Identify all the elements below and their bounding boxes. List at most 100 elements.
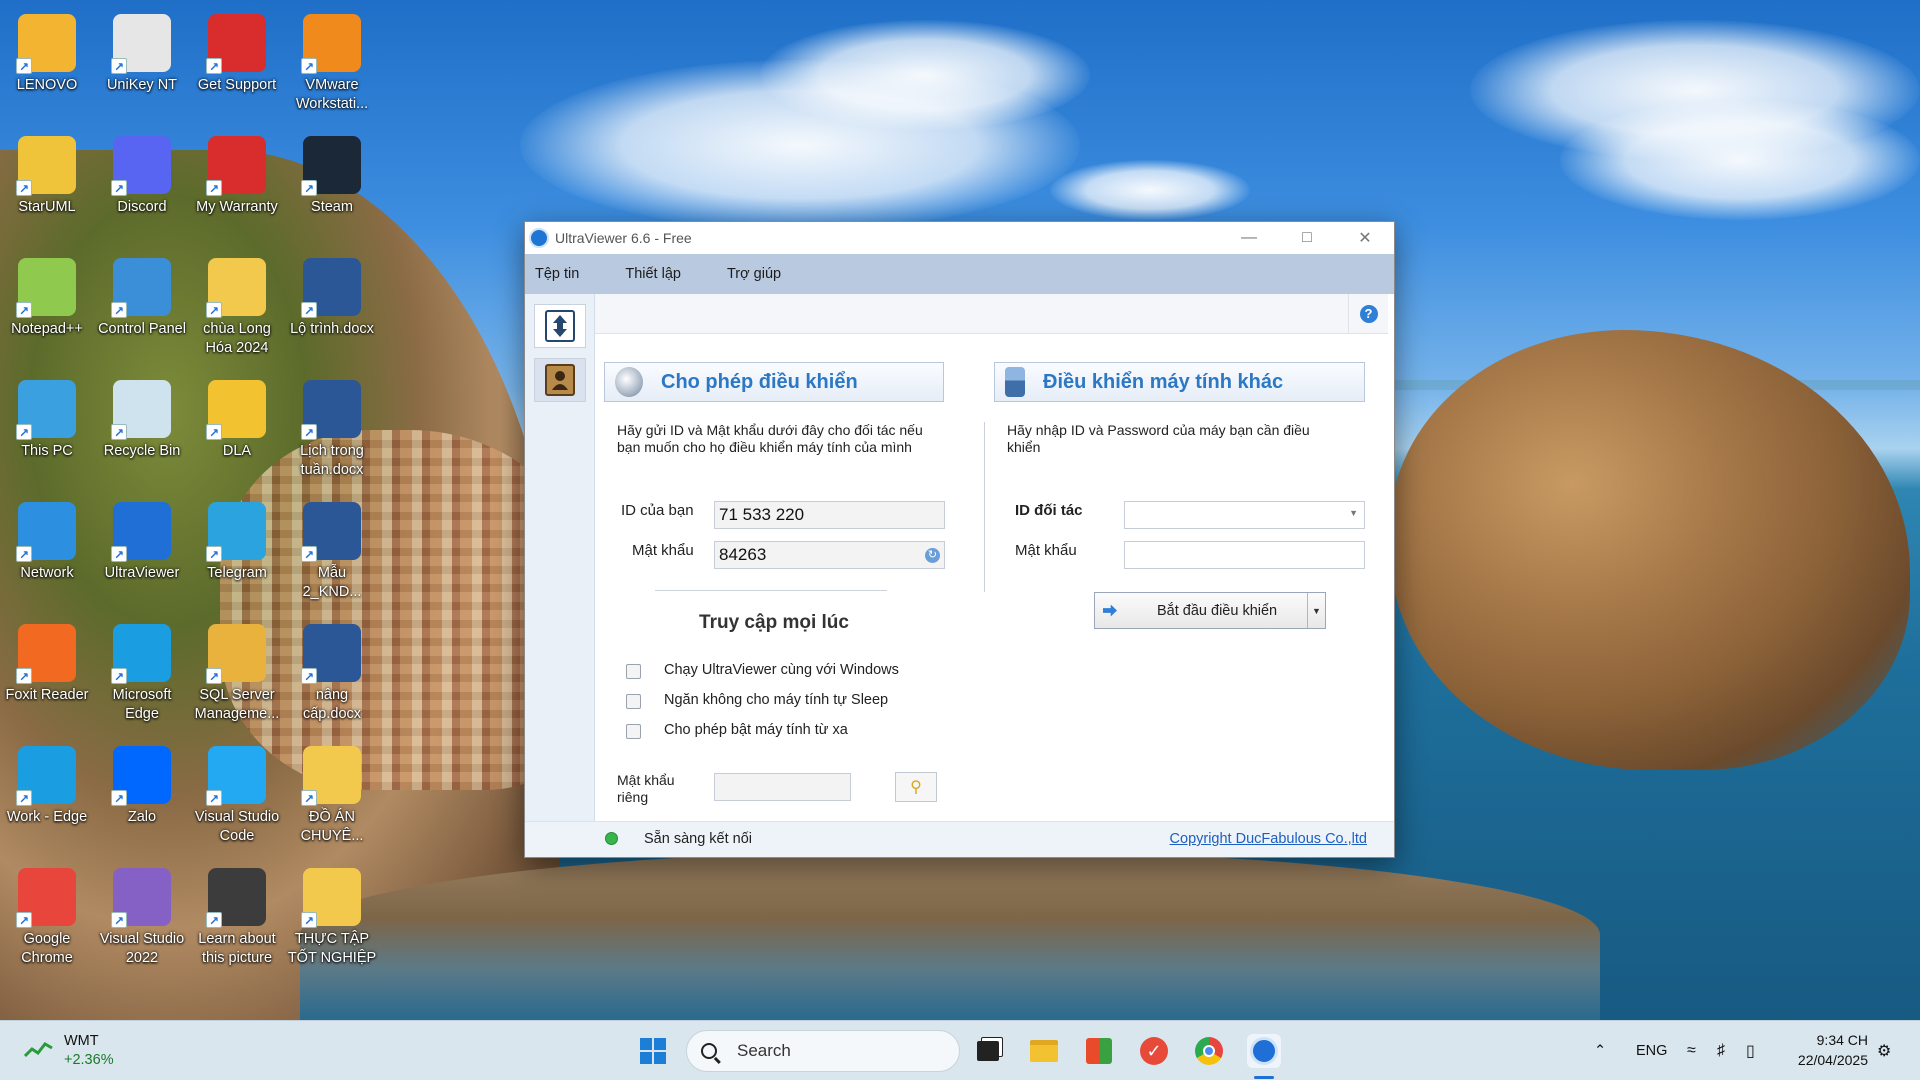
partner-id-input[interactable]: ▼ [1124,501,1365,529]
desktop-icon-zalo[interactable]: ↗ Zalo [97,740,187,840]
recycle-bin-icon: ↗ [111,380,171,440]
desktop-icon-sql-server[interactable]: ↗ SQL Server Manageme... [192,618,282,722]
set-private-password-button[interactable]: ⚲ [895,772,937,802]
taskbar-search[interactable]: Search [686,1030,960,1072]
task-view-icon[interactable] [971,1034,1005,1068]
show-hidden-icons[interactable]: ⌃ [1594,1021,1606,1080]
desktop-icon-word-doc[interactable]: ↗ Lộ trình.docx [287,252,377,352]
start-button[interactable] [636,1034,670,1068]
notification-bell-icon[interactable]: ⚙ [1877,1021,1891,1080]
chrome-taskbar-icon[interactable] [1192,1034,1226,1068]
discord-icon: ↗ [111,136,171,196]
desktop-icon-foxit[interactable]: ↗ Foxit Reader [2,618,92,718]
wifi-icon[interactable]: ≈ [1687,1021,1696,1080]
copyright-link[interactable]: Copyright DucFabulous Co.,ltd [1170,831,1367,847]
menu-file[interactable]: Tệp tin [535,266,579,282]
desktop-icon-chrome[interactable]: ↗ Google Chrome [2,862,92,966]
close-icon[interactable]: ✕ [1336,222,1394,254]
desktop-icon-notepadpp[interactable]: ↗ Notepad++ [2,252,92,352]
desktop-icon-folder-user[interactable]: ↗ LENOVO [2,8,92,108]
menu-settings[interactable]: Thiết lập [625,266,681,282]
file-explorer-icon[interactable] [1027,1034,1061,1068]
sidebar-remote-control-button[interactable] [533,304,586,348]
todo-app-icon[interactable]: ✓ [1137,1034,1171,1068]
desktop-icon-label: Telegram [207,565,267,581]
volume-muted-icon[interactable]: ♯ [1717,1021,1725,1080]
shortcut-arrow-icon: ↗ [301,180,317,196]
this-pc-icon: ↗ [16,380,76,440]
language-indicator[interactable]: ENG [1636,1021,1667,1080]
desktop-icon-folder[interactable]: ↗ ĐỒ ÁN CHUYÊ... [287,740,377,844]
your-id-label: ID của bạn [621,502,694,519]
shortcut-arrow-icon: ↗ [111,180,127,196]
ultraviewer-app-icon [529,228,549,248]
folder-icon: ↗ [301,746,361,806]
word-doc-icon: ↗ [301,258,361,318]
desktop-icon-label: Learn about this picture [198,931,276,966]
desktop-icon-network[interactable]: ↗ Network [2,496,92,596]
desktop-icon-unikey[interactable]: ↗ UniKey NT [97,8,187,108]
checkbox-run-with-windows[interactable] [626,664,641,679]
title-bar[interactable]: UltraViewer 6.6 - Free — □ ✕ [525,222,1394,254]
chevron-down-icon[interactable]: ▼ [1349,508,1358,518]
refresh-password-icon[interactable]: ↻ [925,548,940,563]
desktop-icon-warranty[interactable]: ↗ My Warranty [192,130,282,230]
shortcut-arrow-icon: ↗ [111,302,127,318]
remote-control-description: Hãy nhập ID và Password của máy bạn cần … [1007,422,1310,455]
vmware-icon: ↗ [301,14,361,74]
desktop-icon-word-doc[interactable]: ↗ Lịch trong tuần.docx [287,374,377,478]
help-button[interactable]: ? [1348,294,1388,334]
battery-icon[interactable]: ▯ [1746,1021,1755,1080]
desktop-icon-vscode[interactable]: ↗ Visual Studio Code [192,740,282,844]
shortcut-arrow-icon: ↗ [16,668,32,684]
desktop-icon-recycle-bin[interactable]: ↗ Recycle Bin [97,374,187,474]
stock-widget[interactable]: WMT +2.36% [24,1031,144,1071]
desktop-icon-discord[interactable]: ↗ Discord [97,130,187,230]
folder-user-icon: ↗ [16,14,76,74]
desktop-icon-folder[interactable]: ↗ chùa Long Hóa 2024 [192,252,282,356]
private-password-field[interactable] [714,773,851,801]
desktop-icon-word-doc[interactable]: ↗ nâng cấp.docx [287,618,377,722]
shortcut-arrow-icon: ↗ [206,302,222,318]
desktop-icon-edge[interactable]: ↗ Work - Edge [2,740,92,840]
maximize-icon[interactable]: □ [1278,222,1336,254]
menu-help[interactable]: Trợ giúp [727,266,781,282]
desktop-icon-label: Visual Studio Code [194,809,280,844]
desktop-icon-telegram[interactable]: ↗ Telegram [192,496,282,596]
shortcut-arrow-icon: ↗ [16,424,32,440]
start-control-button[interactable]: Bắt đầu điều khiển ▼ [1094,592,1326,629]
zalo-icon: ↗ [111,746,171,806]
desktop-icon-label: Steam [311,199,353,215]
desktop-icon-get-support[interactable]: ↗ Get Support [192,8,282,108]
system-clock[interactable]: 9:34 CH 22/04/2025 [1798,1030,1868,1070]
cloud [760,20,1090,130]
desktop-icon-visual-studio[interactable]: ↗ Visual Studio 2022 [97,862,187,966]
ultraviewer-taskbar-icon[interactable] [1247,1034,1281,1068]
desktop-icon-folder[interactable]: ↗ THỰC TẬP TỐT NGHIỆP [287,862,377,966]
sidebar-contacts-button[interactable] [533,358,586,402]
desktop-icon-edge[interactable]: ↗ Microsoft Edge [97,618,187,722]
checkbox-wake-remote[interactable] [626,724,641,739]
menu-bar: Tệp tin Thiết lập Trợ giúp [525,254,1394,294]
minimize-icon[interactable]: — [1220,222,1278,254]
checkbox-prevent-sleep[interactable] [626,694,641,709]
desktop-icon-staruml[interactable]: ↗ StarUML [2,130,92,230]
your-password-field[interactable]: 84263 ↻ [714,541,945,569]
desktop-icon-dla[interactable]: ↗ DLA [192,374,282,474]
control-panel-icon: ↗ [111,258,171,318]
warranty-icon: ↗ [206,136,266,196]
desktop-icon-control-panel[interactable]: ↗ Control Panel [97,252,187,352]
microsoft-store-icon[interactable] [1082,1034,1116,1068]
desktop-icon-this-pc[interactable]: ↗ This PC [2,374,92,474]
desktop-icon-learn-picture[interactable]: ↗ Learn about this picture [192,862,282,966]
desktop-icon-steam[interactable]: ↗ Steam [287,130,377,230]
desktop-icon-ultraviewer[interactable]: ↗ UltraViewer [97,496,187,596]
stock-trend-icon [24,1042,53,1058]
ultraviewer-window: UltraViewer 6.6 - Free — □ ✕ Tệp tin Thi… [524,221,1395,858]
desktop-icon-word-doc[interactable]: ↗ Mẫu 2_KND... [287,496,377,600]
desktop-icon-vmware[interactable]: ↗ VMware Workstati... [287,8,377,112]
your-id-field[interactable]: 71 533 220 [714,501,945,529]
partner-password-input[interactable] [1124,541,1365,569]
unattended-access-heading: Truy cập mọi lúc [699,612,849,633]
start-options-dropdown[interactable]: ▼ [1307,593,1325,628]
